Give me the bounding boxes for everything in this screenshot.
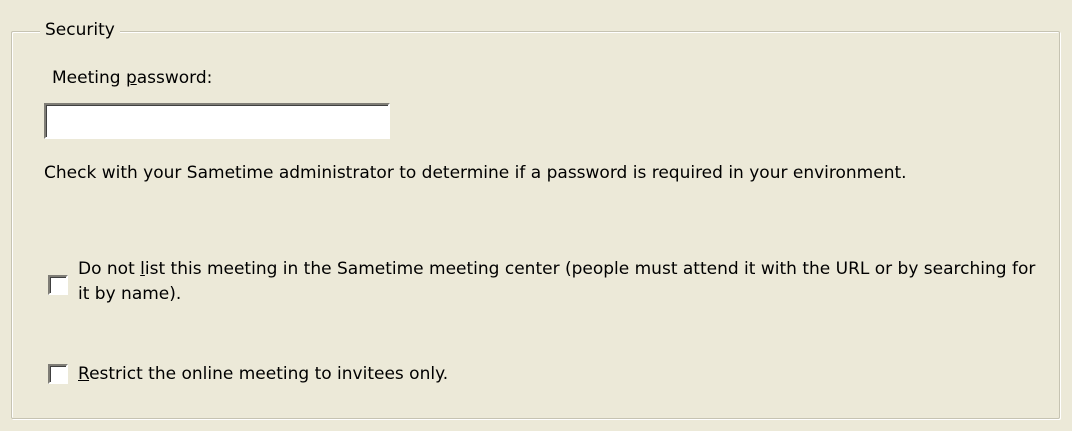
restrict-invitees-checkbox[interactable] xyxy=(48,364,68,384)
do-not-list-checkbox[interactable] xyxy=(48,275,68,295)
security-groupbox xyxy=(11,31,1060,419)
password-info-text: Check with your Sametime administrator t… xyxy=(44,163,907,183)
restrict-invitees-label-rest: estrict the online meeting to invitees o… xyxy=(89,364,449,384)
security-dialog-panel: { "security": { "title": "Security", "pa… xyxy=(0,0,1072,431)
meeting-password-accelerator: p xyxy=(125,68,137,88)
restrict-invitees-label[interactable]: Restrict the online meeting to invitees … xyxy=(78,362,448,387)
security-group-title: Security xyxy=(40,18,120,42)
do-not-list-label-rest: ist this meeting in the Sametime meeting… xyxy=(78,259,1036,304)
meeting-password-input[interactable] xyxy=(44,103,390,139)
do-not-list-label-text: Do not xyxy=(78,259,141,279)
meeting-password-label: Meeting password: xyxy=(52,68,212,88)
restrict-invitees-accelerator: R xyxy=(78,364,90,384)
meeting-password-label-text: Meeting xyxy=(52,68,126,88)
do-not-list-label[interactable]: Do not list this meeting in the Sametime… xyxy=(78,257,1038,307)
meeting-password-label-rest: assword: xyxy=(136,68,213,88)
